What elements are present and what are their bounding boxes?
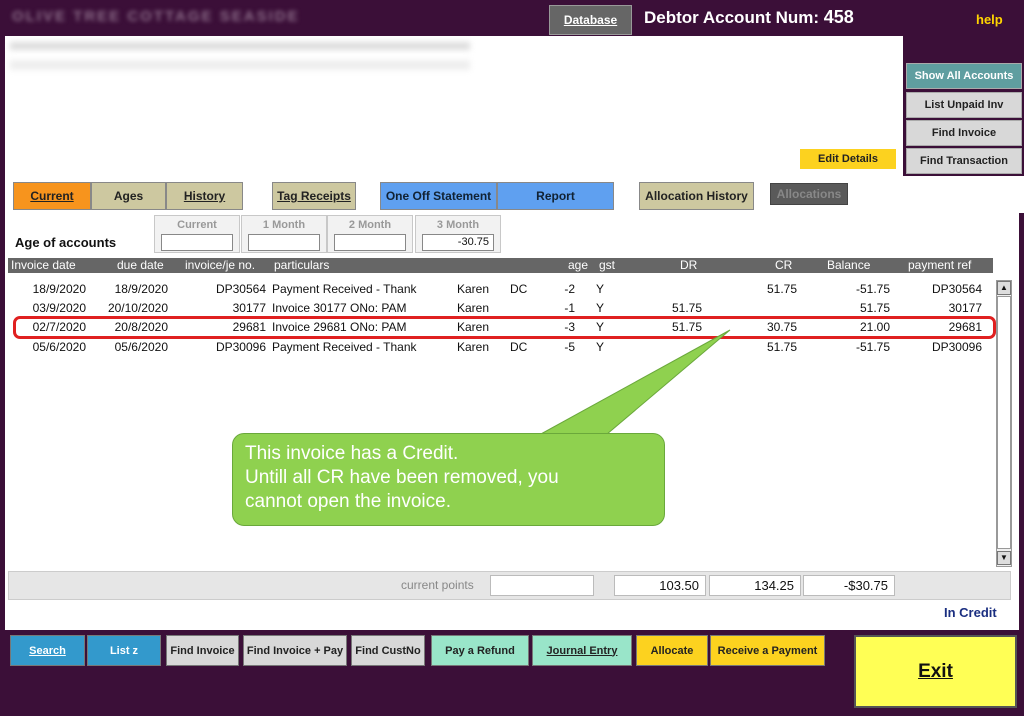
- allocate-button[interactable]: Allocate: [636, 635, 708, 666]
- callout-line-2: Untill all CR have been removed, you: [245, 467, 559, 488]
- callout-line-1: This invoice has a Credit.: [245, 443, 459, 464]
- cell-payment-ref: 30177: [948, 301, 982, 315]
- cell-invoice-no: DP30564: [215, 282, 266, 296]
- cell-user: Karen: [457, 301, 490, 315]
- cell-due-date: 18/9/2020: [114, 282, 168, 296]
- journal-entry-button[interactable]: Journal Entry: [532, 635, 632, 666]
- list-unpaid-inv-button[interactable]: List Unpaid Inv: [906, 92, 1022, 118]
- cell-balance: -51.75: [855, 282, 890, 296]
- exit-button[interactable]: Exit: [854, 635, 1017, 708]
- tab-tag-receipts[interactable]: Tag Receipts: [272, 182, 356, 210]
- age-current-value: [161, 234, 233, 251]
- cell-age: -2: [564, 282, 575, 296]
- callout-note: This invoice has a Credit. Untill all CR…: [232, 433, 665, 526]
- pay-refund-button[interactable]: Pay a Refund: [431, 635, 529, 666]
- age-1-month: 1 Month: [241, 215, 327, 253]
- cell-invoice-date: 03/9/2020: [32, 301, 86, 315]
- cell-invoice-no: 30177: [232, 301, 266, 315]
- receive-payment-button[interactable]: Receive a Payment: [710, 635, 825, 666]
- balance-total: -$30.75: [803, 575, 895, 596]
- search-button[interactable]: Search: [10, 635, 85, 666]
- cell-code: DC: [510, 282, 528, 296]
- col-payment-ref: payment ref: [908, 258, 972, 272]
- cell-invoice-no: DP30096: [215, 340, 266, 354]
- col-balance: Balance: [827, 258, 871, 272]
- cell-invoice-date: 18/9/2020: [32, 282, 86, 296]
- find-invoice-button[interactable]: Find Invoice: [906, 120, 1022, 146]
- cell-particulars: Invoice 30177 ONo: PAM: [272, 301, 407, 315]
- col-invoice-no: invoice/je no.: [185, 258, 256, 272]
- tab-report[interactable]: Report: [497, 182, 614, 210]
- age-2-month-label: 2 Month: [348, 219, 392, 231]
- debtor-label: Debtor Account Num:: [644, 8, 820, 27]
- cell-age: -1: [564, 301, 575, 315]
- find-custno-button[interactable]: Find CustNo: [351, 635, 425, 666]
- cell-dr: 51.75: [671, 301, 702, 315]
- scroll-thumb[interactable]: [997, 296, 1011, 549]
- age-3-month: 3 Month -30.75: [415, 215, 501, 253]
- cell-due-date: 05/6/2020: [114, 340, 168, 354]
- help-link[interactable]: help: [976, 12, 1003, 27]
- cell-gst: Y: [596, 282, 605, 296]
- col-gst: gst: [599, 258, 616, 272]
- age-current-label: Current: [177, 219, 217, 231]
- cell-due-date: 20/10/2020: [107, 301, 168, 315]
- find-invoice-pay-button[interactable]: Find Invoice + Pay: [243, 635, 347, 666]
- tab-allocations: Allocations: [770, 183, 848, 205]
- scroll-down-icon[interactable]: ▼: [997, 551, 1011, 565]
- find-invoice-bottom-button[interactable]: Find Invoice: [166, 635, 239, 666]
- col-particulars: particulars: [274, 258, 330, 272]
- age-1-month-value: [248, 234, 320, 251]
- cr-total: 134.25: [709, 575, 801, 596]
- col-cr: CR: [775, 258, 793, 272]
- debtor-number: 458: [823, 7, 854, 27]
- col-age: age: [568, 258, 589, 272]
- cell-user: Karen: [457, 282, 490, 296]
- age-2-month-value: [334, 234, 406, 251]
- main-content: [5, 213, 1019, 630]
- cell-payment-ref: DP30096: [931, 340, 982, 354]
- current-points-label: current points: [401, 578, 474, 592]
- age-current: Current: [154, 215, 240, 253]
- age-3-month-value: -30.75: [422, 234, 494, 251]
- tab-history[interactable]: History: [166, 182, 243, 210]
- current-points-field[interactable]: [490, 575, 594, 596]
- callout-pointer: [529, 329, 731, 441]
- database-button[interactable]: Database: [549, 5, 632, 35]
- cell-payment-ref: DP30564: [931, 282, 982, 296]
- age-of-accounts-label: Age of accounts: [15, 235, 117, 250]
- tab-allocation-history[interactable]: Allocation History: [639, 182, 754, 210]
- col-dr: DR: [680, 258, 698, 272]
- cell-user: Karen: [457, 340, 490, 354]
- age-2-month: 2 Month: [327, 215, 413, 253]
- show-all-accounts-button[interactable]: Show All Accounts: [906, 63, 1022, 89]
- list-z-button[interactable]: List z: [87, 635, 161, 666]
- tab-ages[interactable]: Ages: [91, 182, 166, 210]
- age-1-month-label: 1 Month: [262, 219, 306, 231]
- cell-particulars: Payment Received - Thank: [272, 340, 417, 354]
- cell-invoice-date: 05/6/2020: [32, 340, 86, 354]
- cell-balance: 51.75: [859, 301, 890, 315]
- account-status: In Credit: [944, 605, 997, 620]
- find-transaction-button[interactable]: Find Transaction: [906, 148, 1022, 174]
- tab-current[interactable]: Current: [13, 182, 91, 210]
- tab-one-off-statement[interactable]: One Off Statement: [380, 182, 497, 210]
- age-3-month-label: 3 Month: [436, 219, 480, 231]
- cell-particulars: Payment Received - Thank: [272, 282, 417, 296]
- customer-address-blurred: [10, 42, 470, 82]
- cell-gst: Y: [596, 301, 605, 315]
- callout-line-3: cannot open the invoice.: [245, 491, 451, 512]
- highlight-box: [13, 316, 996, 339]
- business-name-blurred: OLIVE TREE COTTAGE SEASIDE: [12, 8, 300, 25]
- debtor-account: Debtor Account Num: 458: [644, 7, 854, 28]
- col-invoice-date: Invoice date: [11, 258, 76, 272]
- cell-cr: 51.75: [766, 282, 797, 296]
- edit-details-button[interactable]: Edit Details: [800, 149, 896, 169]
- cell-balance: -51.75: [855, 340, 890, 354]
- scroll-up-icon[interactable]: ▲: [997, 281, 1011, 295]
- col-due-date: due date: [117, 258, 164, 272]
- dr-total: 103.50: [614, 575, 706, 596]
